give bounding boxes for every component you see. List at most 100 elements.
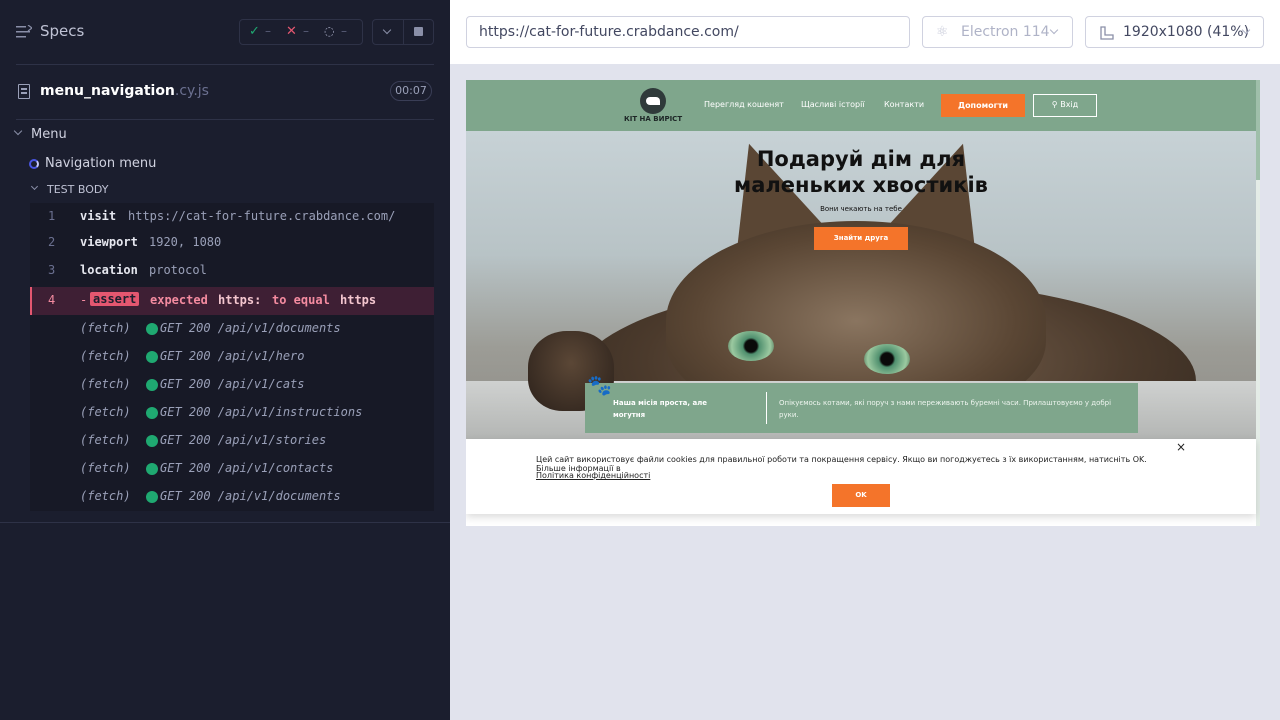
site-header: КІТ НА ВИРІСТ Перегляд кошенят Щасливі і… (466, 80, 1256, 131)
mission-banner: 🐾 Наша місія проста, але могутня Опікуєм… (585, 373, 1138, 433)
paw-icon: 🐾 (587, 373, 612, 397)
browser-selector[interactable]: ⚛ Electron 114 (922, 16, 1073, 48)
status-dot-icon (146, 435, 158, 447)
find-friend-button[interactable]: Знайти друга (814, 227, 908, 250)
command-number: 4 (48, 293, 56, 307)
assert-badge: assert (90, 292, 140, 306)
cookie-ok-button[interactable]: OK (832, 484, 890, 507)
user-icon: ⚲ (1051, 100, 1058, 109)
fetch-row[interactable]: (fetch) GET 200 /api/v1/documents (30, 315, 434, 343)
nav-link-kittens[interactable]: Перегляд кошенят (704, 100, 784, 109)
fetch-label: (fetch) (80, 321, 131, 335)
command-row[interactable]: 3 location protocol (30, 257, 434, 285)
pending-count: – (341, 24, 347, 38)
command-name: viewport (80, 235, 138, 249)
status-dot-icon (146, 407, 158, 419)
fetch-detail: GET 200 /api/v1/documents (160, 321, 341, 335)
nav-link-stories[interactable]: Щасливі історії (801, 100, 865, 109)
assert-expected: expected (150, 293, 208, 307)
suite-title: Menu (31, 127, 67, 142)
assert-actual: https: (218, 293, 262, 307)
login-label: Вхід (1060, 100, 1079, 109)
test-navigation-menu[interactable]: Navigation menu (0, 155, 450, 173)
passed-check-icon: ✓ (249, 24, 260, 39)
cat-image (864, 344, 910, 374)
spec-duration: 00:07 (390, 81, 432, 101)
logo-text: КІТ НА ВИРІСТ (624, 115, 683, 123)
fetch-label: (fetch) (80, 405, 131, 419)
specs-header: Specs ✓ – ✕ – ◌ – (0, 0, 450, 64)
fetch-label: (fetch) (80, 349, 131, 363)
fetch-label: (fetch) (80, 461, 131, 475)
chevron-down-icon (13, 126, 23, 136)
test-stats: ✓ – ✕ – ◌ – (239, 19, 363, 45)
test-title: Navigation menu (45, 156, 157, 171)
failed-x-icon: ✕ (286, 24, 297, 39)
chevron-down-icon[interactable] (382, 25, 392, 35)
status-dot-icon (146, 491, 158, 503)
spec-file-header: menu_navigation.cy.js 00:07 (0, 72, 450, 112)
fetch-detail: GET 200 /api/v1/instructions (160, 405, 363, 419)
command-row[interactable]: 2 viewport 1920, 1080 (30, 229, 434, 257)
chevron-down-icon (30, 182, 39, 191)
command-arg: 1920, 1080 (149, 235, 222, 249)
url-bar[interactable]: https://cat-for-future.crabdance.com/ (466, 16, 910, 48)
controls-divider (403, 20, 404, 44)
divider (16, 119, 434, 120)
nav-link-contacts[interactable]: Контакти (884, 100, 924, 109)
app-under-test-frame: КІТ НА ВИРІСТ Перегляд кошенят Щасливі і… (466, 80, 1260, 526)
status-dot-icon (146, 323, 158, 335)
fetch-detail: GET 200 /api/v1/stories (160, 433, 327, 447)
fetch-detail: GET 200 /api/v1/contacts (160, 461, 334, 475)
specs-title[interactable]: Specs (40, 22, 84, 40)
passed-count: – (265, 24, 271, 38)
command-log: 1 visit https://cat-for-future.crabdance… (30, 203, 434, 511)
cookie-banner: × Цей сайт використовує файли cookies дл… (466, 439, 1256, 514)
fetch-row[interactable]: (fetch) GET 200 /api/v1/hero (30, 343, 434, 371)
browser-label: Electron 114 (961, 24, 1050, 40)
test-body-header[interactable]: TEST BODY (0, 182, 450, 198)
electron-icon: ⚛ (936, 24, 949, 40)
fetch-row[interactable]: (fetch) GET 200 /api/v1/cats (30, 371, 434, 399)
specs-list-icon[interactable] (16, 25, 32, 39)
app-preview-panel: https://cat-for-future.crabdance.com/ ⚛ … (450, 0, 1280, 720)
running-spinner-icon (29, 159, 39, 169)
status-dot-icon (146, 379, 158, 391)
cat-image (728, 331, 774, 361)
fetch-row[interactable]: (fetch) GET 200 /api/v1/stories (30, 427, 434, 455)
command-number: 3 (48, 263, 56, 277)
help-button[interactable]: Допомогти (941, 94, 1025, 117)
logo-icon[interactable] (640, 88, 666, 114)
scrollbar-thumb[interactable] (1256, 80, 1260, 180)
suite-menu[interactable]: Menu (0, 125, 450, 145)
privacy-policy-link[interactable]: Політика конфіденційності (536, 471, 650, 480)
run-controls (372, 19, 434, 45)
close-icon[interactable]: × (1176, 440, 1186, 454)
command-name: visit (80, 209, 117, 223)
divider (0, 522, 450, 523)
command-row[interactable]: 1 visit https://cat-for-future.crabdance… (30, 203, 434, 231)
chevron-down-icon (1049, 25, 1059, 35)
fetch-row[interactable]: (fetch) GET 200 /api/v1/documents (30, 483, 434, 511)
fetch-row[interactable]: (fetch) GET 200 /api/v1/contacts (30, 455, 434, 483)
fetch-row[interactable]: (fetch) GET 200 /api/v1/instructions (30, 399, 434, 427)
hero-subtitle: Вони чекають на тебе (820, 205, 902, 213)
mission-divider (766, 392, 767, 424)
status-dot-icon (146, 463, 158, 475)
viewport-info[interactable]: 1920x1080 (41%) (1085, 16, 1264, 48)
stop-button[interactable] (414, 27, 423, 36)
status-dot-icon (146, 351, 158, 363)
fetch-label: (fetch) (80, 433, 131, 447)
command-name: location (80, 263, 138, 277)
failed-count: – (303, 24, 309, 38)
login-button[interactable]: ⚲ Вхід (1033, 94, 1097, 117)
mission-title: Наша місія проста, але могутня (613, 399, 708, 419)
assert-prefix: - (80, 293, 88, 307)
fetch-label: (fetch) (80, 377, 131, 391)
fetch-detail: GET 200 /api/v1/documents (160, 489, 341, 503)
preview-toolbar: https://cat-for-future.crabdance.com/ ⚛ … (450, 0, 1280, 64)
assert-target: https (340, 293, 377, 307)
failed-assert-row[interactable]: 4 - assert expected https: to equal http… (30, 287, 434, 315)
file-icon (18, 84, 30, 99)
spec-file-name[interactable]: menu_navigation.cy.js (40, 83, 209, 99)
